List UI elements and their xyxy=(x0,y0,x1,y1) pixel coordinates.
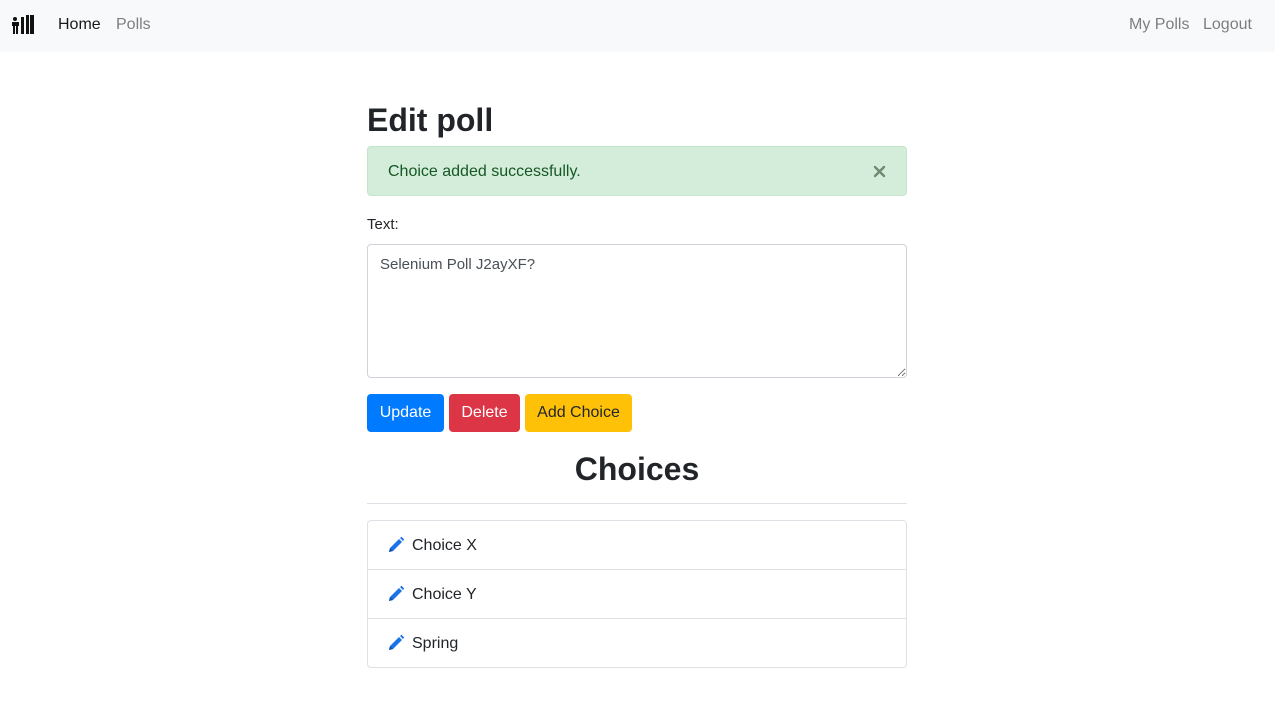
choice-list: Choice X Choice Y Spring xyxy=(367,520,907,668)
close-icon[interactable] xyxy=(868,159,892,183)
navbar: Home Polls My Polls Logout xyxy=(0,0,1275,52)
pencil-icon[interactable] xyxy=(387,634,405,652)
list-item: Choice Y xyxy=(368,569,906,618)
text-field-label: Text: xyxy=(367,216,399,233)
add-choice-button[interactable]: Add Choice xyxy=(525,394,632,432)
choice-label: Choice Y xyxy=(412,586,477,603)
nav-link-logout[interactable]: Logout xyxy=(1203,15,1252,35)
nav-link-home[interactable]: Home xyxy=(58,15,101,35)
alert-message: Choice added successfully. xyxy=(388,163,581,180)
update-button[interactable]: Update xyxy=(367,394,444,432)
page-title: Edit poll xyxy=(367,102,494,138)
list-item: Choice X xyxy=(368,521,906,569)
success-alert: Choice added successfully. xyxy=(367,146,907,196)
delete-button[interactable]: Delete xyxy=(449,394,520,432)
nav-link-polls[interactable]: Polls xyxy=(116,15,151,35)
list-item: Spring xyxy=(368,618,906,667)
brand-logo-icon[interactable] xyxy=(11,14,35,36)
nav-link-my-polls[interactable]: My Polls xyxy=(1129,15,1189,35)
choice-label: Choice X xyxy=(412,537,477,554)
pencil-icon[interactable] xyxy=(387,536,405,554)
choices-heading: Choices xyxy=(574,451,700,487)
divider xyxy=(367,503,907,504)
poll-text-input[interactable]: Selenium Poll J2ayXF? xyxy=(367,244,907,378)
choice-label: Spring xyxy=(412,635,459,652)
pencil-icon[interactable] xyxy=(387,585,405,603)
